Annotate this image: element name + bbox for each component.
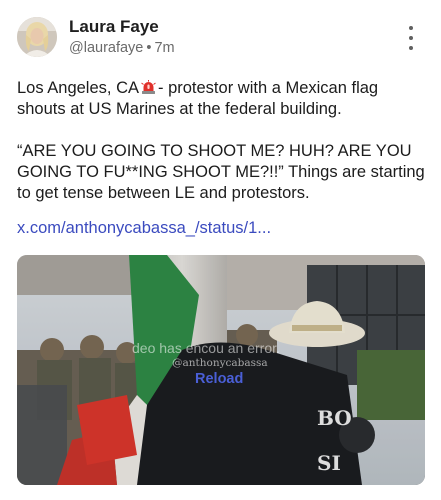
meta-separator: • <box>146 40 152 56</box>
video-watermark: @anthonycabassa <box>172 357 268 369</box>
post-meta: @laurafaye • 7m <box>69 40 175 56</box>
post-text: Los Angeles, CA - protestor with a Mexica… <box>17 78 427 204</box>
post-location: Los Angeles, CA <box>17 79 139 97</box>
police-siren-icon <box>141 79 156 94</box>
video-frame: BO SI <box>17 255 425 485</box>
post-card: Laura Faye @laurafaye • 7m Los Angeles, CA… <box>0 0 441 500</box>
video-player[interactable]: BO SI <box>17 255 425 485</box>
author-name[interactable]: Laura Faye <box>69 17 159 37</box>
author-handle[interactable]: @laurafaye <box>69 40 143 56</box>
user-avatar-photo <box>17 17 57 57</box>
reload-button[interactable]: Reload <box>195 371 243 387</box>
post-timestamp[interactable]: 7m <box>154 40 174 56</box>
video-error-message: deo has encou an error. <box>132 340 280 356</box>
avatar[interactable] <box>17 17 57 57</box>
more-vertical-icon[interactable] <box>400 26 422 50</box>
post-paragraph-1: Los Angeles, CA - protestor with a Mexica… <box>17 78 427 120</box>
status-link[interactable]: x.com/anthonycabassa_/status/1... <box>17 219 271 238</box>
post-paragraph-2: “ARE YOU GOING TO SHOOT ME? HUH? ARE YOU… <box>17 142 425 202</box>
